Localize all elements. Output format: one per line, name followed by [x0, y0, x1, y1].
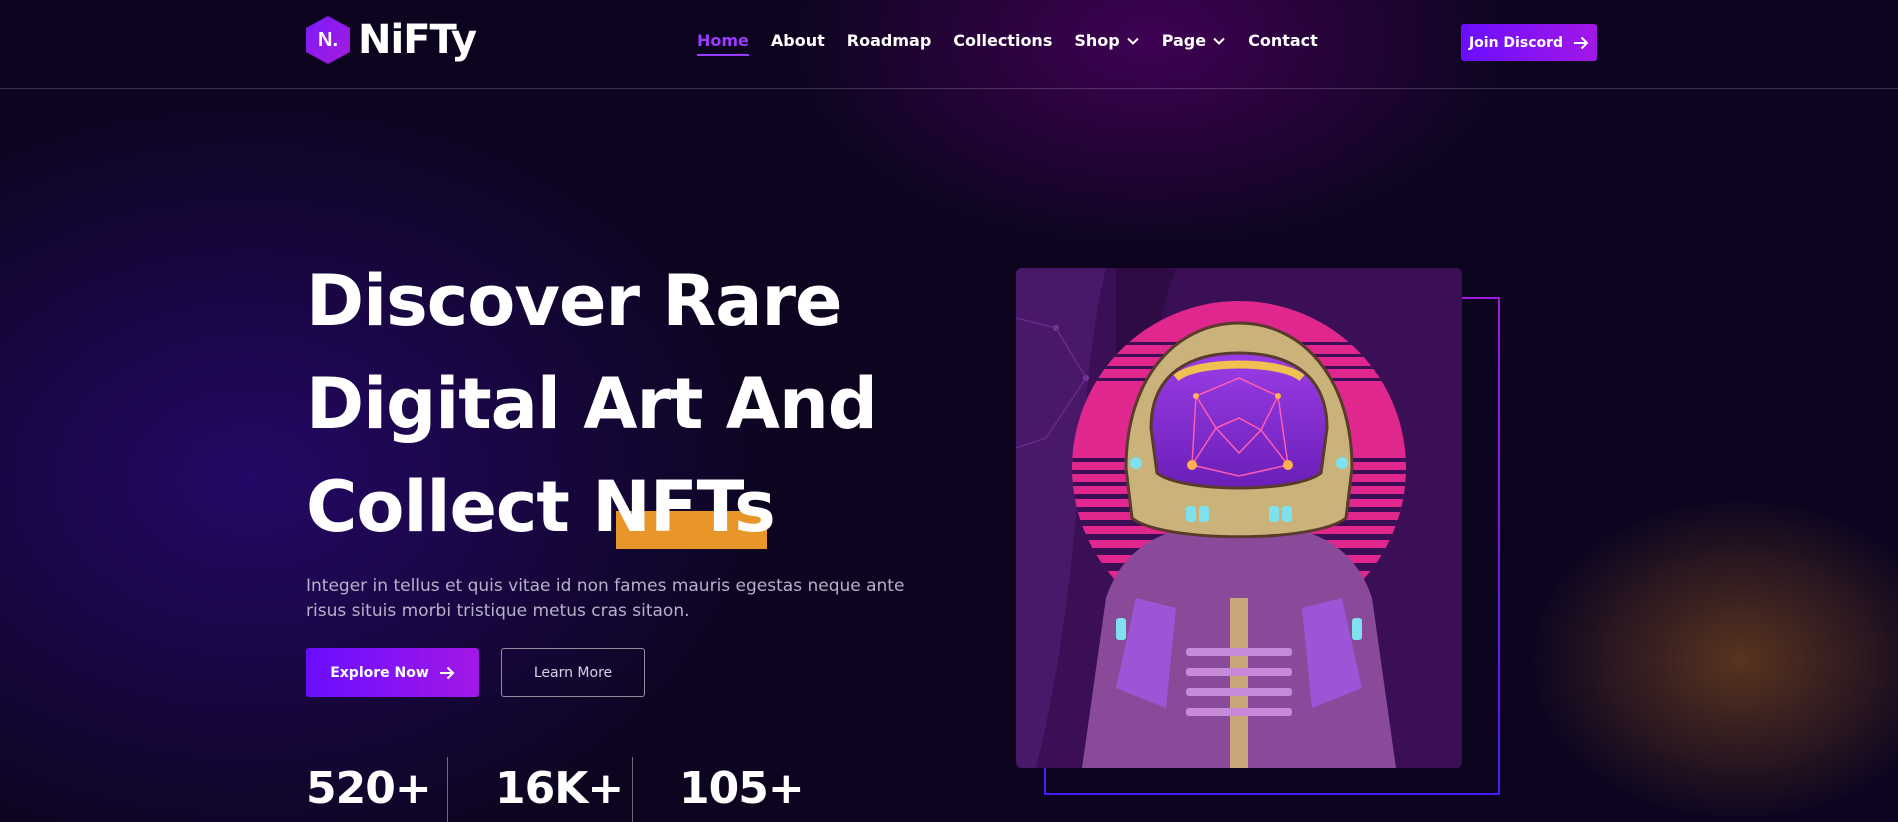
- explore-now-button[interactable]: Explore Now: [306, 648, 479, 697]
- nav-item-home[interactable]: Home: [697, 31, 749, 56]
- hero-title-line: Digital Art And: [306, 363, 878, 445]
- hero-description: Integer in tellus et quis vitae id non f…: [306, 576, 905, 621]
- logo-mark-icon: N.: [306, 16, 350, 64]
- nav-item-label: Home: [697, 31, 749, 50]
- arrow-right-icon: [1574, 36, 1589, 49]
- nav-item-label: About: [770, 31, 825, 50]
- logo[interactable]: N. NiFTy: [306, 16, 477, 64]
- hero-title-line: Collect NFTs: [306, 466, 776, 548]
- nav-item-roadmap[interactable]: Roadmap: [847, 31, 931, 56]
- nav-item-label: Contact: [1248, 31, 1318, 50]
- nav-item-label: Collections: [953, 31, 1053, 50]
- learn-more-button[interactable]: Learn More: [501, 648, 645, 697]
- nav-item-about[interactable]: About: [771, 31, 825, 56]
- arrow-right-icon: [439, 666, 455, 679]
- join-discord-button[interactable]: Join Discord: [1461, 24, 1597, 61]
- nav-item-contact[interactable]: Contact: [1248, 31, 1318, 56]
- astronaut-illustration[interactable]: [1016, 268, 1462, 768]
- main-nav: Home About Roadmap Collections Shop Page…: [697, 31, 1340, 56]
- learn-more-label: Learn More: [533, 664, 613, 681]
- explore-now-label: Explore Now: [330, 664, 429, 681]
- hero-title: Discover Rare Digital Art And Collect NF…: [306, 250, 878, 559]
- nav-item-label: Page: [1161, 31, 1207, 50]
- stat-value: 520+: [306, 763, 432, 814]
- astronaut-icon: [1016, 268, 1462, 768]
- chevron-down-icon: [1213, 37, 1225, 45]
- stat-value: 105+: [679, 763, 805, 814]
- nav-item-shop[interactable]: Shop: [1074, 31, 1139, 56]
- site-header: N. NiFTy Home About Roadmap Collections …: [0, 0, 1898, 89]
- nav-item-page[interactable]: Page: [1162, 31, 1226, 56]
- nav-item-collections[interactable]: Collections: [953, 31, 1052, 56]
- logo-text: NiFTy: [358, 17, 477, 63]
- join-discord-label: Join Discord: [1468, 34, 1564, 51]
- hero-title-line-highlighted: Collect NFTs: [306, 456, 866, 559]
- stats-row: 520+ 16K+ 105+: [306, 757, 805, 822]
- chevron-down-icon: [1126, 37, 1139, 45]
- hero-title-line: Discover Rare: [306, 260, 842, 342]
- nav-item-label: Shop: [1074, 31, 1120, 50]
- nav-item-label: Roadmap: [846, 31, 932, 50]
- stat-value: 16K+: [495, 763, 624, 814]
